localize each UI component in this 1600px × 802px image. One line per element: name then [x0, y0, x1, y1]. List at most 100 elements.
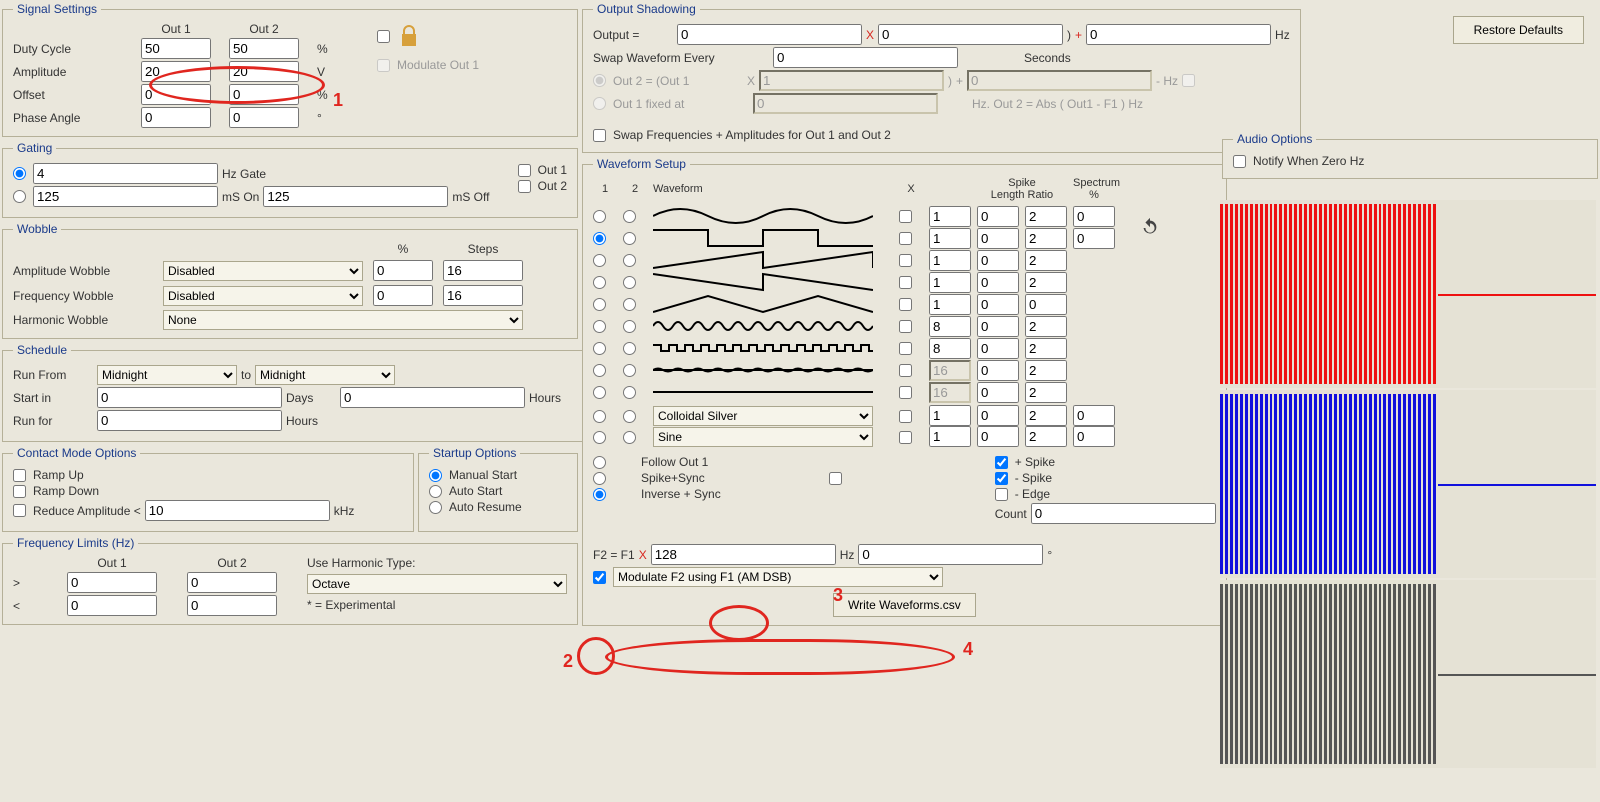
modulate-top-checkbox[interactable] — [377, 30, 390, 43]
amp-wobble-select[interactable]: Disabled — [163, 261, 363, 281]
reduce-amp-checkbox[interactable] — [13, 504, 26, 517]
wf-row1-ratio-input[interactable] — [1025, 228, 1067, 249]
gating-hz-radio[interactable] — [13, 167, 26, 180]
wf-row4-spike-input[interactable] — [977, 294, 1019, 315]
fl-gt-out1-input[interactable] — [67, 572, 157, 593]
harm-wobble-select[interactable]: None — [163, 310, 523, 330]
wf-row7-r2[interactable] — [623, 364, 636, 377]
start-hours-input[interactable] — [340, 387, 525, 408]
wf-row7-r1[interactable] — [593, 364, 606, 377]
wf-row5-x-input[interactable] — [929, 316, 971, 337]
wf-row3-ratio-input[interactable] — [1025, 272, 1067, 293]
phase-out1-input[interactable] — [141, 107, 211, 128]
gating-out2-checkbox[interactable] — [518, 180, 531, 193]
wf-row7-x-input[interactable] — [929, 360, 971, 381]
wf-custom1-select[interactable]: Colloidal Silver — [653, 406, 873, 426]
wf-row2-r2[interactable] — [623, 254, 636, 267]
wf-row3-spike-input[interactable] — [977, 272, 1019, 293]
amp-wobble-steps-input[interactable] — [443, 260, 523, 281]
count-input[interactable] — [1031, 503, 1216, 524]
wf-row4-chk[interactable] — [899, 298, 912, 311]
notify-checkbox[interactable] — [1233, 155, 1246, 168]
freq-wobble-select[interactable]: Disabled — [163, 286, 363, 306]
wf-row5-ratio-input[interactable] — [1025, 316, 1067, 337]
wf-custom1-r[interactable] — [1025, 405, 1067, 426]
wf-row5-r1[interactable] — [593, 320, 606, 333]
wf-row4-x-input[interactable] — [929, 294, 971, 315]
wf-custom1-r1[interactable] — [593, 410, 606, 423]
fl-lt-out2-input[interactable] — [187, 595, 277, 616]
run-to-select[interactable]: Midnight — [255, 365, 395, 385]
wf-custom2-chk[interactable] — [899, 431, 912, 444]
swap-every-input[interactable] — [773, 47, 958, 68]
wf-row5-r2[interactable] — [623, 320, 636, 333]
modulate-f2-select[interactable]: Modulate F2 using F1 (AM DSB) — [613, 567, 943, 587]
wf-custom2-r[interactable] — [1025, 426, 1067, 447]
wf-row1-chk[interactable] — [899, 232, 912, 245]
freq-wobble-steps-input[interactable] — [443, 285, 523, 306]
fl-gt-out2-input[interactable] — [187, 572, 277, 593]
gating-mson-input[interactable] — [33, 186, 218, 207]
wf-row2-spike-input[interactable] — [977, 250, 1019, 271]
f2-deg-input[interactable] — [858, 544, 1043, 565]
wf-row0-spike-input[interactable] — [977, 206, 1019, 227]
auto-resume-radio[interactable] — [429, 501, 442, 514]
spike-sync-chk[interactable] — [829, 472, 842, 485]
offset-out1-input[interactable] — [141, 84, 211, 105]
shadow-v3-input[interactable] — [1086, 24, 1271, 45]
wf-row4-r2[interactable] — [623, 298, 636, 311]
wf-row1-x-input[interactable] — [929, 228, 971, 249]
wf-row2-chk[interactable] — [899, 254, 912, 267]
wf-row8-ratio-input[interactable] — [1025, 382, 1067, 403]
wf-row4-r1[interactable] — [593, 298, 606, 311]
follow-out1-radio[interactable] — [593, 456, 606, 469]
wf-row6-spike-input[interactable] — [977, 338, 1019, 359]
wf-row5-chk[interactable] — [899, 320, 912, 333]
wf-row8-spike-input[interactable] — [977, 382, 1019, 403]
wf-row6-r2[interactable] — [623, 342, 636, 355]
phase-out2-input[interactable] — [229, 107, 299, 128]
wf-custom2-s[interactable] — [977, 426, 1019, 447]
wf-row1-spike-input[interactable] — [977, 228, 1019, 249]
wf-row4-ratio-input[interactable] — [1025, 294, 1067, 315]
wf-custom1-r2[interactable] — [623, 410, 636, 423]
freq-wobble-pct-input[interactable] — [373, 285, 433, 306]
f2-hz-input[interactable] — [651, 544, 836, 565]
wf-row0-ratio-input[interactable] — [1025, 206, 1067, 227]
duty-out1-input[interactable] — [141, 38, 211, 59]
shadow-v1-input[interactable] — [677, 24, 862, 45]
wf-row1-r2[interactable] — [623, 232, 636, 245]
wf-row1-spec-input[interactable] — [1073, 228, 1115, 249]
wf-row3-x-input[interactable] — [929, 272, 971, 293]
offset-out2-input[interactable] — [229, 84, 299, 105]
wf-row3-r2[interactable] — [623, 276, 636, 289]
shadow-v2-input[interactable] — [878, 24, 1063, 45]
gating-hz-input[interactable] — [33, 163, 218, 184]
spike-sync-radio[interactable] — [593, 472, 606, 485]
manual-start-radio[interactable] — [429, 469, 442, 482]
gating-ms-radio[interactable] — [13, 190, 26, 203]
wf-row3-chk[interactable] — [899, 276, 912, 289]
wf-custom2-x[interactable] — [929, 426, 971, 447]
swap-freq-checkbox[interactable] — [593, 129, 606, 142]
wf-row6-x-input[interactable] — [929, 338, 971, 359]
wf-row0-r1[interactable] — [593, 210, 606, 223]
amp-wobble-pct-input[interactable] — [373, 260, 433, 281]
wf-row3-r1[interactable] — [593, 276, 606, 289]
wf-row6-ratio-input[interactable] — [1025, 338, 1067, 359]
wf-row2-ratio-input[interactable] — [1025, 250, 1067, 271]
wf-custom2-p[interactable] — [1073, 426, 1115, 447]
wf-row2-x-input[interactable] — [929, 250, 971, 271]
wf-custom2-r1[interactable] — [593, 431, 606, 444]
wf-custom1-p[interactable] — [1073, 405, 1115, 426]
wf-row1-r1[interactable] — [593, 232, 606, 245]
inverse-sync-radio[interactable] — [593, 488, 606, 501]
wf-row0-r2[interactable] — [623, 210, 636, 223]
minus-edge-chk[interactable] — [995, 488, 1008, 501]
duty-out2-input[interactable] — [229, 38, 299, 59]
wf-row0-spec-input[interactable] — [1073, 206, 1115, 227]
wf-row7-spike-input[interactable] — [977, 360, 1019, 381]
wf-custom1-x[interactable] — [929, 405, 971, 426]
wf-row7-ratio-input[interactable] — [1025, 360, 1067, 381]
plus-spike-chk[interactable] — [995, 456, 1008, 469]
